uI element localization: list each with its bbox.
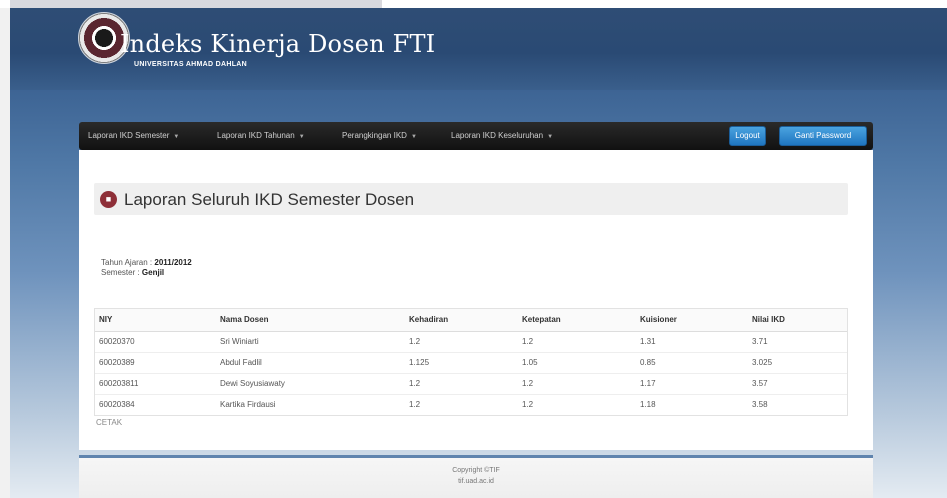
cell-nama-dosen: Kartika Firdausi <box>216 393 405 415</box>
nav-item-label: Perangkingan IKD <box>342 131 407 140</box>
cell-niy: 60020384 <box>95 393 216 415</box>
semester: Semester : Genjil <box>101 268 164 277</box>
cell-niy: 600203811 <box>95 372 216 394</box>
cell-kehadiran: 1.2 <box>405 330 518 352</box>
academic-year: Tahun Ajaran : 2011/2012 <box>101 258 192 267</box>
table-row: 60020370 Sri Winiarti 1.2 1.2 1.31 3.71 <box>95 330 847 352</box>
table-header-row: NIY Nama Dosen Kehadiran Ketepatan Kuisi… <box>95 309 847 332</box>
top-strip <box>0 0 947 8</box>
cell-kuisioner: 0.85 <box>636 351 748 373</box>
col-header-kuisioner: Kuisioner <box>636 309 748 332</box>
page-heading: ■ Laporan Seluruh IKD Semester Dosen <box>94 183 848 215</box>
site-subtitle: UNIVERSITAS AHMAD DAHLAN <box>134 61 247 68</box>
cell-kehadiran: 1.2 <box>405 393 518 415</box>
cell-kehadiran: 1.125 <box>405 351 518 373</box>
cell-nilai-ikd: 3.58 <box>748 393 847 415</box>
cell-kuisioner: 1.18 <box>636 393 748 415</box>
nav-laporan-ikd-tahunan[interactable]: Laporan IKD Tahunan ▼ <box>217 131 305 140</box>
caret-down-icon: ▼ <box>410 134 417 140</box>
nav-laporan-ikd-keseluruhan[interactable]: Laporan IKD Keseluruhan ▼ <box>451 131 553 140</box>
footer-copyright: Copyright ©TIF <box>452 467 500 474</box>
semester-label: Semester : <box>101 268 142 277</box>
footer-domain: tif.uad.ac.id <box>458 478 494 485</box>
caret-down-icon: ▼ <box>173 134 180 140</box>
cell-ketepatan: 1.2 <box>518 393 636 415</box>
col-header-niy: NIY <box>95 309 216 332</box>
academic-year-label: Tahun Ajaran : <box>101 258 155 267</box>
site-title: Indeks Kinerja Dosen FTI <box>120 30 436 58</box>
logout-button[interactable]: Logout <box>729 126 766 146</box>
table-row: 60020384 Kartika Firdausi 1.2 1.2 1.18 3… <box>95 393 847 415</box>
cell-nilai-ikd: 3.71 <box>748 330 847 352</box>
cell-nama-dosen: Abdul Fadlil <box>216 351 405 373</box>
print-link[interactable]: CETAK <box>96 418 122 427</box>
cell-niy: 60020389 <box>95 351 216 373</box>
nav-item-label: Laporan IKD Tahunan <box>217 131 295 140</box>
cell-nama-dosen: Sri Winiarti <box>216 330 405 352</box>
caret-down-icon: ▼ <box>547 134 554 140</box>
cell-ketepatan: 1.2 <box>518 372 636 394</box>
col-header-ketepatan: Ketepatan <box>518 309 636 332</box>
cell-niy: 60020370 <box>95 330 216 352</box>
cell-kuisioner: 1.31 <box>636 330 748 352</box>
col-header-nama-dosen: Nama Dosen <box>216 309 405 332</box>
navbar: Laporan IKD Semester ▼ Laporan IKD Tahuna… <box>79 122 873 150</box>
footer: Copyright ©TIF tif.uad.ac.id <box>79 455 873 498</box>
caret-down-icon: ▼ <box>298 134 305 140</box>
nav-item-label: Laporan IKD Keseluruhan <box>451 131 544 140</box>
nav-laporan-ikd-semester[interactable]: Laporan IKD Semester ▼ <box>88 131 179 140</box>
table-row: 600203811 Dewi Soyusiawaty 1.2 1.2 1.17 … <box>95 372 847 394</box>
page-title: Laporan Seluruh IKD Semester Dosen <box>124 190 415 209</box>
cell-ketepatan: 1.2 <box>518 330 636 352</box>
report-icon: ■ <box>100 191 117 208</box>
nav-perangkingan-ikd[interactable]: Perangkingan IKD ▼ <box>342 131 417 140</box>
change-password-button[interactable]: Ganti Password <box>779 126 867 146</box>
col-header-nilai-ikd: Nilai IKD <box>748 309 847 332</box>
academic-year-value: 2011/2012 <box>154 258 192 267</box>
nav-item-label: Laporan IKD Semester <box>88 131 170 140</box>
cell-ketepatan: 1.05 <box>518 351 636 373</box>
top-strip-segment <box>10 0 382 8</box>
cell-nilai-ikd: 3.57 <box>748 372 847 394</box>
ikd-table: NIY Nama Dosen Kehadiran Ketepatan Kuisi… <box>94 308 848 416</box>
cell-kehadiran: 1.2 <box>405 372 518 394</box>
cell-kuisioner: 1.17 <box>636 372 748 394</box>
cell-nilai-ikd: 3.025 <box>748 351 847 373</box>
cell-nama-dosen: Dewi Soyusiawaty <box>216 372 405 394</box>
col-header-kehadiran: Kehadiran <box>405 309 518 332</box>
table-row: 60020389 Abdul Fadlil 1.125 1.05 0.85 3.… <box>95 351 847 373</box>
semester-value: Genjil <box>141 268 165 277</box>
